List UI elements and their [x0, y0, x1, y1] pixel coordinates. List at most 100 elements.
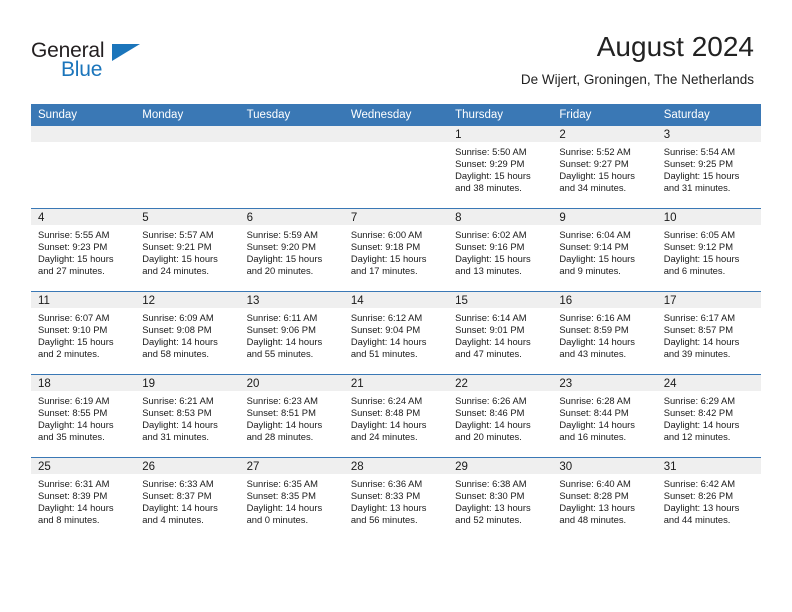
- daylight-text: Daylight: 14 hours and 0 minutes.: [246, 502, 323, 526]
- day-details: Sunrise: 5:59 AM Sunset: 9:20 PM Daylight:…: [240, 225, 344, 281]
- sunset-text: Sunset: 9:06 PM: [246, 324, 316, 336]
- calendar-day-cell[interactable]: 12 Sunrise: 6:09 AM Sunset: 9:08 PM Dayligh…: [135, 291, 240, 375]
- daylight-text: Daylight: 14 hours and 58 minutes.: [142, 336, 218, 360]
- daylight-text: Daylight: 15 hours and 2 minutes.: [38, 336, 114, 360]
- day-details: Sunrise: 6:04 AM Sunset: 9:14 PM Daylight:…: [552, 225, 656, 281]
- calendar-week-row: 4 Sunrise: 5:55 AM Sunset: 9:23 PM Daylight…: [31, 208, 761, 292]
- sunset-text: Sunset: 8:37 PM: [142, 490, 212, 502]
- calendar-day-cell[interactable]: 1 Sunrise: 5:50 AM Sunset: 9:29 PM Daylight…: [448, 126, 553, 209]
- calendar-day-cell[interactable]: 10 Sunrise: 6:05 AM Sunset: 9:12 PM Dayligh…: [656, 208, 761, 292]
- calendar-day-cell[interactable]: 22 Sunrise: 6:26 AM Sunset: 8:46 PM Dayligh…: [448, 374, 553, 458]
- day-details: Sunrise: 6:17 AM Sunset: 8:57 PM Daylight:…: [657, 308, 761, 364]
- day-number: 15: [448, 292, 553, 308]
- calendar-day-cell[interactable]: 7 Sunrise: 6:00 AM Sunset: 9:18 PM Daylight…: [343, 208, 449, 292]
- calendar-day-cell[interactable]: 4 Sunrise: 5:55 AM Sunset: 9:23 PM Daylight…: [31, 208, 136, 292]
- day-details: Sunrise: 6:07 AM Sunset: 9:10 PM Daylight:…: [31, 308, 135, 364]
- sunrise-text: Sunrise: 6:23 AM: [246, 395, 318, 406]
- sunset-text: Sunset: 8:39 PM: [38, 490, 108, 502]
- calendar-day-cell[interactable]: 8 Sunrise: 6:02 AM Sunset: 9:16 PM Daylight…: [448, 208, 553, 292]
- sunset-text: Sunset: 8:51 PM: [246, 407, 316, 419]
- sunrise-text: Sunrise: 5:59 AM: [246, 229, 318, 240]
- day-number: 18: [31, 375, 136, 391]
- calendar-day-cell[interactable]: 16 Sunrise: 6:16 AM Sunset: 8:59 PM Dayligh…: [552, 291, 657, 375]
- day-details: Sunrise: 5:55 AM Sunset: 9:23 PM Daylight:…: [31, 225, 135, 281]
- calendar-day-cell[interactable]: 2 Sunrise: 5:52 AM Sunset: 9:27 PM Daylight…: [552, 126, 657, 209]
- day-number: 30: [552, 458, 657, 474]
- calendar-day-cell[interactable]: 31 Sunrise: 6:42 AM Sunset: 8:26 PM Dayligh…: [656, 457, 761, 540]
- calendar-day-cell[interactable]: 3 Sunrise: 5:54 AM Sunset: 9:25 PM Daylight…: [656, 126, 761, 209]
- sunset-text: Sunset: 9:29 PM: [455, 158, 525, 170]
- calendar-day-cell[interactable]: 9 Sunrise: 6:04 AM Sunset: 9:14 PM Daylight…: [552, 208, 657, 292]
- calendar-day-cell[interactable]: 13 Sunrise: 6:11 AM Sunset: 9:06 PM Dayligh…: [239, 291, 344, 375]
- sunrise-text: Sunrise: 5:55 AM: [38, 229, 110, 240]
- daylight-text: Daylight: 13 hours and 56 minutes.: [350, 502, 427, 526]
- daylight-text: Daylight: 14 hours and 43 minutes.: [559, 336, 635, 360]
- day-number: 27: [239, 458, 344, 474]
- logo-triangle-icon: [112, 44, 140, 61]
- day-details: Sunrise: 6:23 AM Sunset: 8:51 PM Daylight:…: [240, 391, 344, 447]
- sunrise-text: Sunrise: 6:04 AM: [559, 229, 631, 240]
- calendar-day-cell[interactable]: 23 Sunrise: 6:28 AM Sunset: 8:44 PM Dayligh…: [552, 374, 657, 458]
- sunrise-text: Sunrise: 5:50 AM: [455, 146, 527, 157]
- calendar-day-cell[interactable]: 5 Sunrise: 5:57 AM Sunset: 9:21 PM Daylight…: [135, 208, 240, 292]
- day-number: 1: [448, 126, 553, 142]
- calendar-week-row: 25 Sunrise: 6:31 AM Sunset: 8:39 PM Dayligh…: [31, 457, 761, 540]
- day-number: 7: [343, 209, 449, 225]
- calendar-day-cell[interactable]: 6 Sunrise: 5:59 AM Sunset: 9:20 PM Daylight…: [239, 208, 344, 292]
- day-number: 8: [448, 209, 553, 225]
- calendar-day-cell[interactable]: 28 Sunrise: 6:36 AM Sunset: 8:33 PM Dayligh…: [343, 457, 449, 540]
- sunrise-text: Sunrise: 6:35 AM: [246, 478, 318, 489]
- day-number: [239, 126, 344, 142]
- daylight-text: Daylight: 15 hours and 34 minutes.: [559, 170, 635, 194]
- day-details: Sunrise: 6:31 AM Sunset: 8:39 PM Daylight:…: [31, 474, 135, 530]
- day-details: Sunrise: 6:14 AM Sunset: 9:01 PM Daylight:…: [448, 308, 552, 364]
- calendar-day-cell[interactable]: 26 Sunrise: 6:33 AM Sunset: 8:37 PM Dayligh…: [135, 457, 240, 540]
- day-details: Sunrise: 6:02 AM Sunset: 9:16 PM Daylight:…: [448, 225, 552, 281]
- calendar-day-cell[interactable]: 11 Sunrise: 6:07 AM Sunset: 9:10 PM Dayligh…: [31, 291, 136, 375]
- sunset-text: Sunset: 8:35 PM: [246, 490, 316, 502]
- daylight-text: Daylight: 14 hours and 31 minutes.: [142, 419, 218, 443]
- sunrise-text: Sunrise: 6:33 AM: [142, 478, 214, 489]
- day-number: 4: [31, 209, 136, 225]
- calendar-cell-empty: [31, 126, 136, 209]
- calendar-day-cell[interactable]: 29 Sunrise: 6:38 AM Sunset: 8:30 PM Dayligh…: [448, 457, 553, 540]
- calendar-day-cell[interactable]: 18 Sunrise: 6:19 AM Sunset: 8:55 PM Dayligh…: [31, 374, 136, 458]
- calendar-day-cell[interactable]: 15 Sunrise: 6:14 AM Sunset: 9:01 PM Dayligh…: [448, 291, 553, 375]
- daylight-text: Daylight: 15 hours and 24 minutes.: [142, 253, 218, 277]
- general-blue-logo[interactable]: General Blue: [31, 39, 211, 89]
- day-number: 17: [656, 292, 761, 308]
- daylight-text: Daylight: 14 hours and 20 minutes.: [455, 419, 531, 443]
- daylight-text: Daylight: 14 hours and 39 minutes.: [663, 336, 740, 360]
- calendar-day-cell[interactable]: 21 Sunrise: 6:24 AM Sunset: 8:48 PM Dayligh…: [343, 374, 449, 458]
- sunset-text: Sunset: 8:46 PM: [455, 407, 525, 419]
- sunset-text: Sunset: 9:04 PM: [350, 324, 421, 336]
- sunrise-text: Sunrise: 5:54 AM: [663, 146, 736, 157]
- calendar-day-cell[interactable]: 25 Sunrise: 6:31 AM Sunset: 8:39 PM Dayligh…: [31, 457, 136, 540]
- daylight-text: Daylight: 14 hours and 28 minutes.: [246, 419, 323, 443]
- daylight-text: Daylight: 14 hours and 24 minutes.: [350, 419, 427, 443]
- calendar-day-cell[interactable]: 19 Sunrise: 6:21 AM Sunset: 8:53 PM Dayligh…: [135, 374, 240, 458]
- calendar-day-cell[interactable]: 27 Sunrise: 6:35 AM Sunset: 8:35 PM Dayligh…: [239, 457, 344, 540]
- sunrise-text: Sunrise: 6:17 AM: [663, 312, 736, 323]
- day-number: 5: [135, 209, 240, 225]
- calendar-cell-empty: [239, 126, 344, 209]
- calendar-day-cell[interactable]: 24 Sunrise: 6:29 AM Sunset: 8:42 PM Dayligh…: [656, 374, 761, 458]
- day-details: Sunrise: 6:16 AM Sunset: 8:59 PM Daylight:…: [552, 308, 656, 364]
- sunset-text: Sunset: 9:21 PM: [142, 241, 212, 253]
- sunrise-text: Sunrise: 6:29 AM: [663, 395, 736, 406]
- day-number: 19: [135, 375, 240, 391]
- day-number: 22: [448, 375, 553, 391]
- calendar-day-cell[interactable]: 14 Sunrise: 6:12 AM Sunset: 9:04 PM Dayligh…: [343, 291, 449, 375]
- sunrise-text: Sunrise: 6:07 AM: [38, 312, 110, 323]
- calendar-table: Sunday Monday Tuesday Wednesday Thursday…: [31, 104, 761, 540]
- calendar-day-cell[interactable]: 20 Sunrise: 6:23 AM Sunset: 8:51 PM Dayligh…: [239, 374, 344, 458]
- day-number: 25: [31, 458, 136, 474]
- day-number: 10: [656, 209, 761, 225]
- day-number: 14: [343, 292, 449, 308]
- calendar-week-row: 18 Sunrise: 6:19 AM Sunset: 8:55 PM Dayligh…: [31, 374, 761, 458]
- calendar-day-cell[interactable]: 17 Sunrise: 6:17 AM Sunset: 8:57 PM Dayligh…: [656, 291, 761, 375]
- calendar-day-cell[interactable]: 30 Sunrise: 6:40 AM Sunset: 8:28 PM Dayligh…: [552, 457, 657, 540]
- day-number: [343, 126, 449, 142]
- sunset-text: Sunset: 9:18 PM: [350, 241, 421, 253]
- day-number: 2: [552, 126, 657, 142]
